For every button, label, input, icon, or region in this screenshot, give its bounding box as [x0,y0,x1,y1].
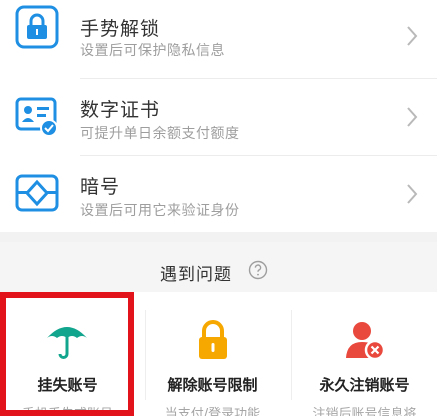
row-cipher[interactable]: 暗号 设置后可用它来验证身份 [0,156,437,231]
row-title: 手势解锁 [80,18,161,40]
lock-icon [14,4,60,50]
cipher-icon [14,170,60,216]
row-title: 数字证书 [80,99,161,121]
umbrella-icon [45,318,89,362]
row-digital-certificate[interactable]: 数字证书 可提升单日余额支付额度 [0,79,437,154]
card-title: 永久注销账号 [319,376,410,394]
padlock-icon [191,318,235,362]
section-spacer [0,232,437,242]
chevron-right-icon [405,182,419,206]
card-title: 解除账号限制 [167,376,258,394]
chevron-right-icon [405,24,419,48]
card-subtitle: 注销后账号信息将 [312,407,417,416]
question-icon[interactable] [248,260,268,280]
delete-account-card[interactable]: 永久注销账号 注销后账号信息将 [292,292,437,416]
row-title: 暗号 [80,176,121,198]
row-gesture-unlock[interactable]: 手势解锁 设置后可保护隐私信息 [0,0,437,75]
row-subtitle: 设置后可用它来验证身份 [80,203,240,219]
report-loss-card[interactable]: 挂失账号 手机丢失或账号 [0,292,145,416]
row-subtitle: 设置后可保护隐私信息 [80,43,225,59]
problem-cards: 挂失账号 手机丢失或账号 解除账号限制 当支付/登录功能 永久注销账号 注销后账… [0,292,437,416]
card-subtitle: 手机丢失或账号 [21,407,113,416]
certificate-icon [14,93,60,139]
section-title: 遇到问题 [160,265,232,285]
chevron-right-icon [405,105,419,129]
row-subtitle: 可提升单日余额支付额度 [80,126,240,142]
card-title: 挂失账号 [37,376,98,394]
lift-restriction-card[interactable]: 解除账号限制 当支付/登录功能 [146,292,291,416]
card-subtitle: 当支付/登录功能 [164,407,261,416]
problems-header: 遇到问题 [0,242,437,292]
user-remove-icon [343,318,387,362]
